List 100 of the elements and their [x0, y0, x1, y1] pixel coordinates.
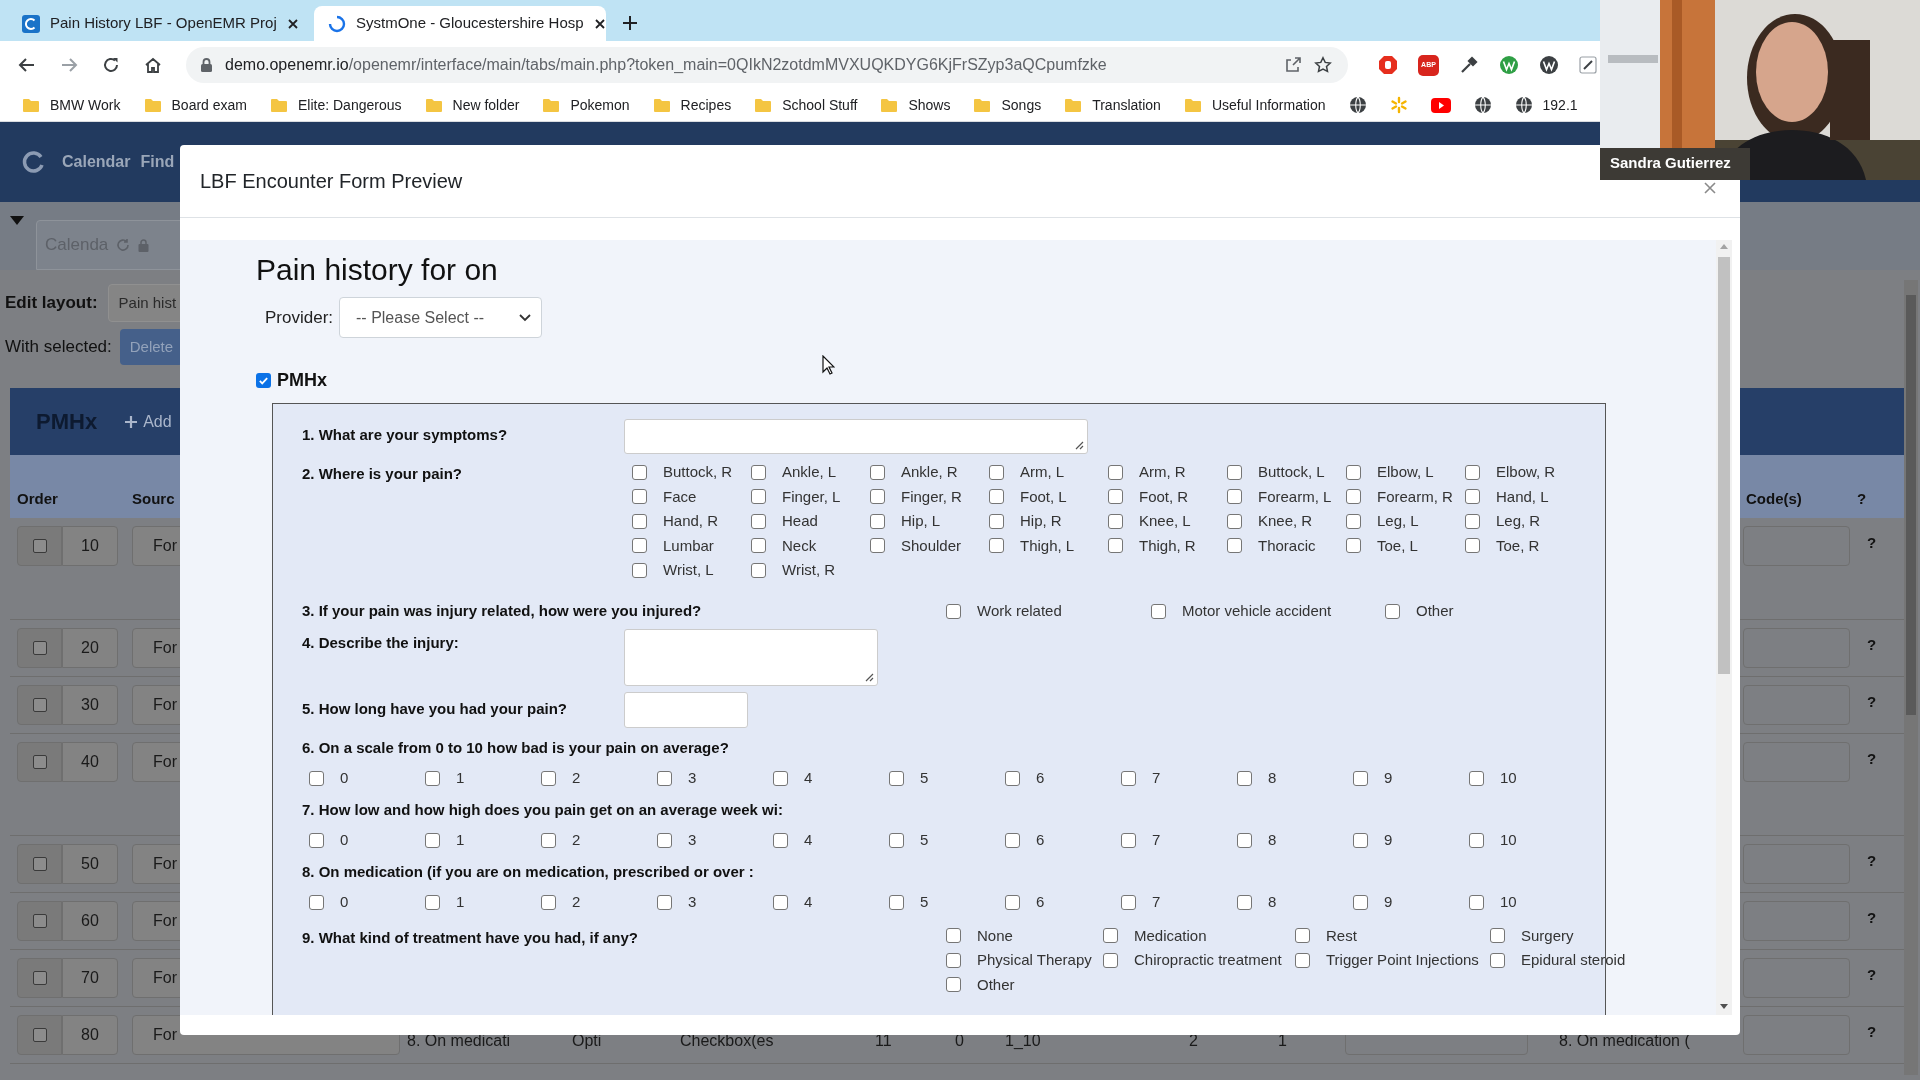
checkbox[interactable] — [1465, 489, 1480, 505]
bookmark[interactable]: Elite: Dangerous — [270, 94, 402, 116]
address-bar[interactable]: demo.openemr.io/openemr/interface/main/tabs/main.php?token_main=0QIkN2zotdmMVXUQKDYG6KjFrSZyp3aQCpumfzke — [186, 47, 1348, 83]
checkbox[interactable] — [32, 641, 47, 655]
eyedropper-icon[interactable] — [1459, 55, 1479, 75]
back-arrow-icon[interactable] — [18, 56, 36, 74]
checkbox[interactable] — [1465, 513, 1480, 529]
checkbox[interactable] — [751, 513, 766, 529]
checkbox[interactable] — [632, 562, 647, 578]
checkbox[interactable] — [751, 489, 766, 505]
bookmark[interactable]: Pokemon — [542, 94, 630, 116]
checkbox[interactable] — [989, 513, 1004, 529]
checkbox[interactable] — [1005, 832, 1020, 848]
help-link[interactable]: ? — [1857, 1015, 1890, 1044]
bookmark[interactable]: Translation — [1064, 94, 1161, 116]
nav-link[interactable]: Find — [140, 150, 175, 174]
checkbox[interactable] — [632, 538, 647, 554]
browser-tab[interactable]: Pain History LBF - OpenEMR Proj — [8, 6, 310, 41]
bookmark[interactable]: BMW Work — [22, 94, 121, 116]
checkbox[interactable] — [870, 464, 885, 480]
checkbox[interactable] — [256, 373, 271, 388]
checkbox[interactable] — [541, 832, 556, 848]
checkbox[interactable] — [632, 513, 647, 529]
checkbox[interactable] — [32, 698, 47, 712]
bookmark[interactable]: 192.1 — [1514, 94, 1578, 116]
checkbox[interactable] — [946, 604, 961, 619]
checkbox[interactable] — [870, 538, 885, 554]
order-field[interactable]: 70 — [62, 958, 118, 998]
video-play-icon[interactable] — [1430, 97, 1451, 113]
checkbox[interactable] — [946, 977, 961, 993]
forward-arrow-icon[interactable] — [60, 56, 78, 74]
help-link[interactable]: ? — [1857, 901, 1890, 930]
checkbox[interactable] — [1469, 770, 1484, 786]
checkbox[interactable] — [632, 489, 647, 505]
help-link[interactable]: ? — [1857, 958, 1890, 987]
scrollbar[interactable] — [1904, 280, 1918, 1075]
checkbox[interactable] — [1103, 928, 1118, 944]
checkbox[interactable] — [1346, 464, 1361, 480]
help-link[interactable]: ? — [1857, 685, 1890, 714]
new-tab-icon[interactable] — [622, 15, 638, 31]
bookmark[interactable]: Board exam — [143, 94, 247, 116]
scrollbar[interactable] — [1716, 240, 1732, 1015]
checkbox[interactable] — [1490, 928, 1505, 944]
checkbox[interactable] — [632, 464, 647, 480]
checkbox[interactable] — [1227, 464, 1242, 480]
bookmark[interactable]: Recipes — [652, 94, 732, 116]
checkbox[interactable] — [1227, 489, 1242, 505]
checkbox[interactable] — [889, 832, 904, 848]
checkbox[interactable] — [1227, 513, 1242, 529]
checkbox[interactable] — [989, 538, 1004, 554]
scroll-down-icon[interactable] — [1720, 1004, 1728, 1009]
home-icon[interactable] — [144, 56, 162, 74]
order-field[interactable]: 20 — [62, 628, 118, 668]
add-button[interactable]: Add — [125, 409, 172, 434]
close-icon[interactable] — [286, 17, 299, 30]
checkbox[interactable] — [946, 928, 961, 944]
checkbox[interactable] — [32, 971, 47, 985]
checkbox[interactable] — [309, 770, 324, 786]
checkbox[interactable] — [32, 1028, 47, 1042]
checkbox[interactable] — [657, 894, 672, 910]
checkbox[interactable] — [989, 464, 1004, 480]
checkbox[interactable] — [1237, 832, 1252, 848]
checkbox[interactable] — [1108, 489, 1123, 505]
checkbox[interactable] — [657, 832, 672, 848]
checkbox[interactable] — [751, 562, 766, 578]
browser-tab[interactable]: SystmOne - Gloucestershire Hosp — [314, 6, 606, 41]
bookmark[interactable]: Shows — [880, 94, 951, 116]
nav-link[interactable]: Calendar — [62, 150, 131, 174]
checkbox[interactable] — [773, 832, 788, 848]
checkbox[interactable] — [773, 770, 788, 786]
order-field[interactable]: 30 — [62, 685, 118, 725]
checkbox[interactable] — [870, 513, 885, 529]
checkbox[interactable] — [541, 894, 556, 910]
checkbox[interactable] — [1465, 464, 1480, 480]
checkbox[interactable] — [1108, 538, 1123, 554]
checkbox[interactable] — [1490, 952, 1505, 968]
bookmark[interactable]: School Stuff — [754, 94, 858, 116]
checkbox[interactable] — [1237, 894, 1252, 910]
star-icon[interactable] — [1314, 56, 1332, 74]
checkbox[interactable] — [32, 914, 47, 928]
checkbox[interactable] — [425, 770, 440, 786]
checkbox[interactable] — [1005, 894, 1020, 910]
checkbox[interactable] — [657, 770, 672, 786]
checkbox[interactable] — [1346, 489, 1361, 505]
order-field[interactable]: 10 — [62, 526, 118, 566]
checkbox[interactable] — [889, 770, 904, 786]
checkbox[interactable] — [1385, 604, 1400, 619]
checkbox[interactable] — [32, 755, 47, 769]
globe-icon[interactable] — [1473, 96, 1492, 114]
checkbox[interactable] — [1469, 894, 1484, 910]
close-icon[interactable] — [593, 17, 606, 30]
scrollbar-thumb[interactable] — [1906, 295, 1916, 715]
checkbox[interactable] — [1295, 952, 1310, 968]
checkbox[interactable] — [1465, 538, 1480, 554]
bookmark[interactable]: Songs — [973, 94, 1042, 116]
pencil-icon[interactable] — [1579, 56, 1597, 74]
order-field[interactable]: 60 — [62, 901, 118, 941]
checkbox[interactable] — [1353, 832, 1368, 848]
checkbox[interactable] — [1103, 952, 1118, 968]
scrollbar-thumb[interactable] — [1718, 257, 1730, 674]
